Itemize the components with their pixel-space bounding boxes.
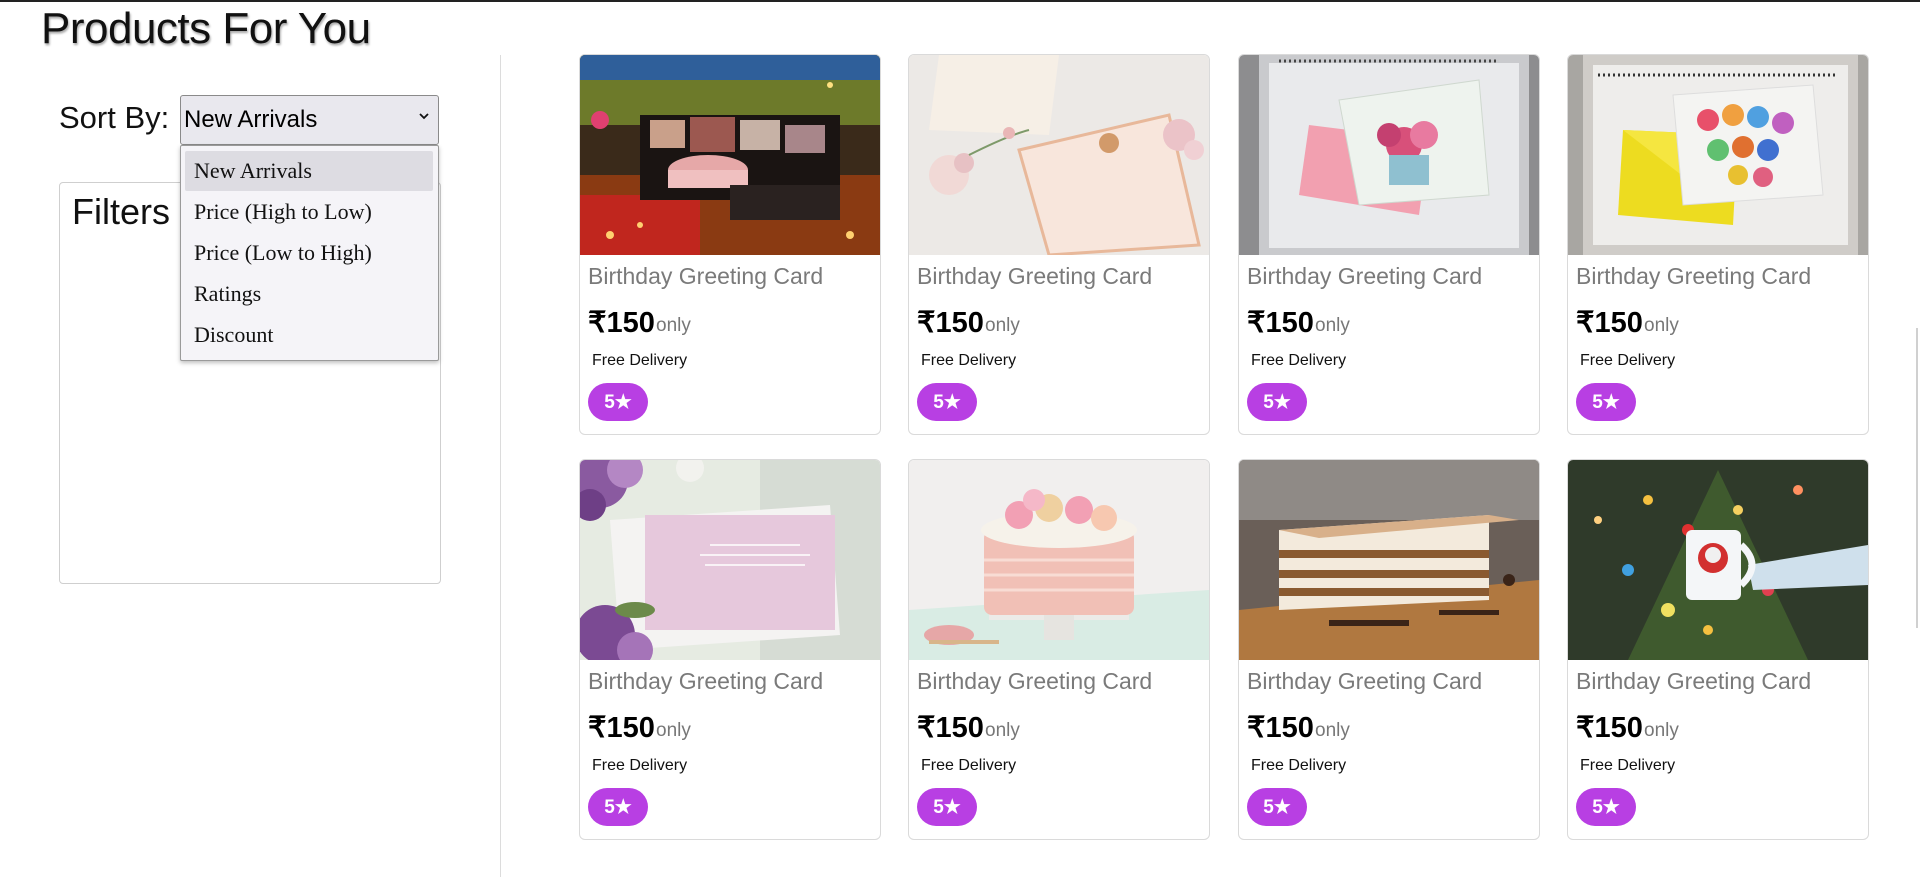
delivery-label: Free Delivery <box>921 352 1017 369</box>
rating-badge: 5★ <box>917 383 977 421</box>
rating-badge: 5★ <box>588 383 648 421</box>
product-price: ₹150 <box>588 712 655 744</box>
product-name[interactable]: Birthday Greeting Card <box>1576 263 1811 290</box>
rating-badge: 5★ <box>1247 788 1307 826</box>
product-name[interactable]: Birthday Greeting Card <box>1247 263 1482 290</box>
product-price: ₹150 <box>1576 712 1643 744</box>
price-suffix: only <box>1315 720 1350 741</box>
product-name[interactable]: Birthday Greeting Card <box>917 668 1152 695</box>
delivery-label: Free Delivery <box>1251 757 1347 774</box>
product-image-gift-box[interactable] <box>580 55 880 255</box>
top-border <box>0 0 1920 2</box>
delivery-label: Free Delivery <box>592 352 688 369</box>
sort-select[interactable]: New Arrivals <box>180 95 439 145</box>
sort-selected-value: New Arrivals <box>184 106 318 133</box>
product-name[interactable]: Birthday Greeting Card <box>917 263 1152 290</box>
delivery-label: Free Delivery <box>592 757 688 774</box>
product-price: ₹150 <box>1247 307 1314 339</box>
sort-label: Sort By: <box>59 100 170 135</box>
product-card[interactable]: Birthday Greeting Card ₹150 only Free De… <box>908 459 1210 840</box>
price-suffix: only <box>1644 720 1679 741</box>
product-image-macaron-cake[interactable] <box>909 460 1209 660</box>
product-card[interactable]: Birthday Greeting Card ₹150 only Free De… <box>579 459 881 840</box>
sort-option-new-arrivals[interactable]: New Arrivals <box>185 151 433 191</box>
price-suffix: only <box>1315 315 1350 336</box>
product-card[interactable]: Birthday Greeting Card ₹150 only Free De… <box>579 54 881 435</box>
product-image-just-for-you-card[interactable] <box>1239 55 1539 255</box>
product-card[interactable]: Birthday Greeting Card ₹150 only Free De… <box>1567 54 1869 435</box>
price-suffix: only <box>656 315 691 336</box>
rating-badge: 5★ <box>588 788 648 826</box>
product-card[interactable]: Birthday Greeting Card ₹150 only Free De… <box>1567 459 1869 840</box>
product-image-invitation[interactable] <box>909 55 1209 255</box>
sort-option-ratings[interactable]: Ratings <box>185 274 433 314</box>
product-image-christmas-mug[interactable] <box>1568 460 1868 660</box>
delivery-label: Free Delivery <box>1251 352 1347 369</box>
product-price: ₹150 <box>588 307 655 339</box>
sort-option-discount[interactable]: Discount <box>185 315 433 355</box>
price-suffix: only <box>1644 315 1679 336</box>
price-suffix: only <box>985 720 1020 741</box>
product-image-pink-card-flowers[interactable] <box>580 460 880 660</box>
scrollbar[interactable] <box>1916 328 1918 628</box>
product-price: ₹150 <box>917 307 984 339</box>
price-suffix: only <box>656 720 691 741</box>
rating-badge: 5★ <box>1576 788 1636 826</box>
product-name[interactable]: Birthday Greeting Card <box>1576 668 1811 695</box>
page-title: Products For You <box>41 4 371 53</box>
product-card[interactable]: Birthday Greeting Card ₹150 only Free De… <box>1238 54 1540 435</box>
product-name[interactable]: Birthday Greeting Card <box>588 263 823 290</box>
delivery-label: Free Delivery <box>1580 352 1676 369</box>
product-image-happy-birthday-card[interactable] <box>1568 55 1868 255</box>
chevron-down-icon <box>419 113 429 120</box>
delivery-label: Free Delivery <box>1580 757 1676 774</box>
price-suffix: only <box>985 315 1020 336</box>
sort-dropdown: New Arrivals Price (High to Low) Price (… <box>180 145 439 361</box>
product-card[interactable]: Birthday Greeting Card ₹150 only Free De… <box>908 54 1210 435</box>
filters-title: Filters <box>72 191 170 232</box>
product-name[interactable]: Birthday Greeting Card <box>1247 668 1482 695</box>
rating-badge: 5★ <box>1247 383 1307 421</box>
product-price: ₹150 <box>917 712 984 744</box>
product-image-layered-cake[interactable] <box>1239 460 1539 660</box>
sidebar-divider <box>500 55 501 877</box>
product-price: ₹150 <box>1576 307 1643 339</box>
rating-badge: 5★ <box>917 788 977 826</box>
sort-option-price-low-high[interactable]: Price (Low to High) <box>185 233 433 273</box>
sort-option-price-high-low[interactable]: Price (High to Low) <box>185 192 433 232</box>
product-name[interactable]: Birthday Greeting Card <box>588 668 823 695</box>
rating-badge: 5★ <box>1576 383 1636 421</box>
product-card[interactable]: Birthday Greeting Card ₹150 only Free De… <box>1238 459 1540 840</box>
delivery-label: Free Delivery <box>921 757 1017 774</box>
product-price: ₹150 <box>1247 712 1314 744</box>
